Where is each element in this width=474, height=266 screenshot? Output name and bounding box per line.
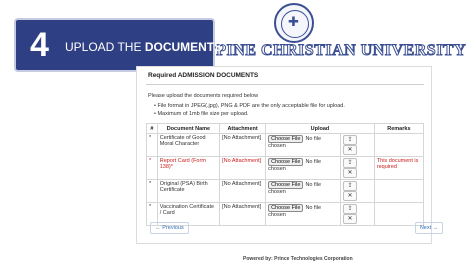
upload-icon[interactable]: ⇪ <box>342 135 357 145</box>
remarks <box>373 133 425 157</box>
attachment-value: [No Attachment] <box>219 179 267 203</box>
divider <box>146 84 424 85</box>
attachment-value: [No Attachment] <box>219 156 267 180</box>
step-banner: 4 UPLOAD THE DOCUMENTS <box>14 18 222 72</box>
table-header-row: # Document Name Attachment Upload Remark… <box>146 123 425 134</box>
delete-icon[interactable]: ✕ <box>342 145 357 155</box>
document-name: Original (PSA) Birth Certificate <box>156 179 221 203</box>
school-name: PPINE CHRISTIAN UNIVERSITY <box>205 42 467 60</box>
row-mark: * <box>146 179 158 203</box>
actions-cell: ⇪✕ <box>339 156 375 180</box>
col-number: # <box>146 123 158 134</box>
remarks <box>373 179 425 203</box>
instruction-bullets: File format in JPEG(.jpg), PNG & PDF are… <box>157 102 345 118</box>
upload-icon[interactable]: ⇪ <box>342 204 357 214</box>
step-title: UPLOAD THE DOCUMENTS <box>65 40 223 54</box>
delete-icon[interactable]: ✕ <box>342 191 357 201</box>
row-mark: * <box>146 156 158 180</box>
choose-file-button[interactable]: Choose File <box>268 181 304 189</box>
choose-file-button[interactable]: Choose File <box>268 204 304 212</box>
choose-file-button[interactable]: Choose File <box>268 158 304 166</box>
document-name: Certificate of Good Moral Character <box>156 133 221 157</box>
instruction-text: Please upload the documents required bel… <box>148 93 259 99</box>
document-name: Report Card (Form 138)* <box>156 156 221 180</box>
actions-cell: ⇪✕ <box>339 179 375 203</box>
table-row: * Certificate of Good Moral Character [N… <box>146 133 425 157</box>
previous-button[interactable]: ← Previous <box>150 222 189 234</box>
upload-icon[interactable]: ⇪ <box>342 181 357 191</box>
step-number: 4 <box>30 26 49 64</box>
bullet-item: Maximum of 1mb file size per upload. <box>157 110 345 118</box>
bullet-item: File format in JPEG(.jpg), PNG & PDF are… <box>157 102 344 110</box>
col-upload: Upload <box>265 123 375 134</box>
delete-icon[interactable]: ✕ <box>342 214 357 224</box>
upload-icon[interactable]: ⇪ <box>342 158 357 168</box>
col-document-name: Document Name <box>156 123 221 134</box>
panel-title: Required ADMISSION DOCUMENTS <box>148 72 259 79</box>
choose-file-button[interactable]: Choose File <box>268 135 304 143</box>
remarks: This document is required <box>373 156 425 180</box>
col-remarks: Remarks <box>373 123 425 134</box>
col-attachment: Attachment <box>219 123 267 134</box>
attachment-value: [No Attachment] <box>219 133 267 157</box>
upload-cell: Choose File No file chosen <box>265 202 341 226</box>
upload-cell: Choose File No file chosen <box>265 179 341 203</box>
table-row: * Report Card (Form 138)* [No Attachment… <box>146 156 425 180</box>
upload-cell: Choose File No file chosen <box>265 156 341 180</box>
upload-cell: Choose File No file chosen <box>265 133 341 157</box>
university-seal-logo <box>274 3 314 43</box>
table-row: * Original (PSA) Birth Certificate [No A… <box>146 179 425 203</box>
attachment-value: [No Attachment] <box>219 202 267 226</box>
actions-cell: ⇪✕ <box>339 202 375 226</box>
actions-cell: ⇪✕ <box>339 133 375 157</box>
delete-icon[interactable]: ✕ <box>342 168 357 178</box>
footer-powered-by: Powered by: Prince Technologies Corporat… <box>243 256 353 262</box>
row-mark: * <box>146 133 158 157</box>
documents-table: # Document Name Attachment Upload Remark… <box>146 123 425 226</box>
next-button[interactable]: Next → <box>415 222 443 234</box>
